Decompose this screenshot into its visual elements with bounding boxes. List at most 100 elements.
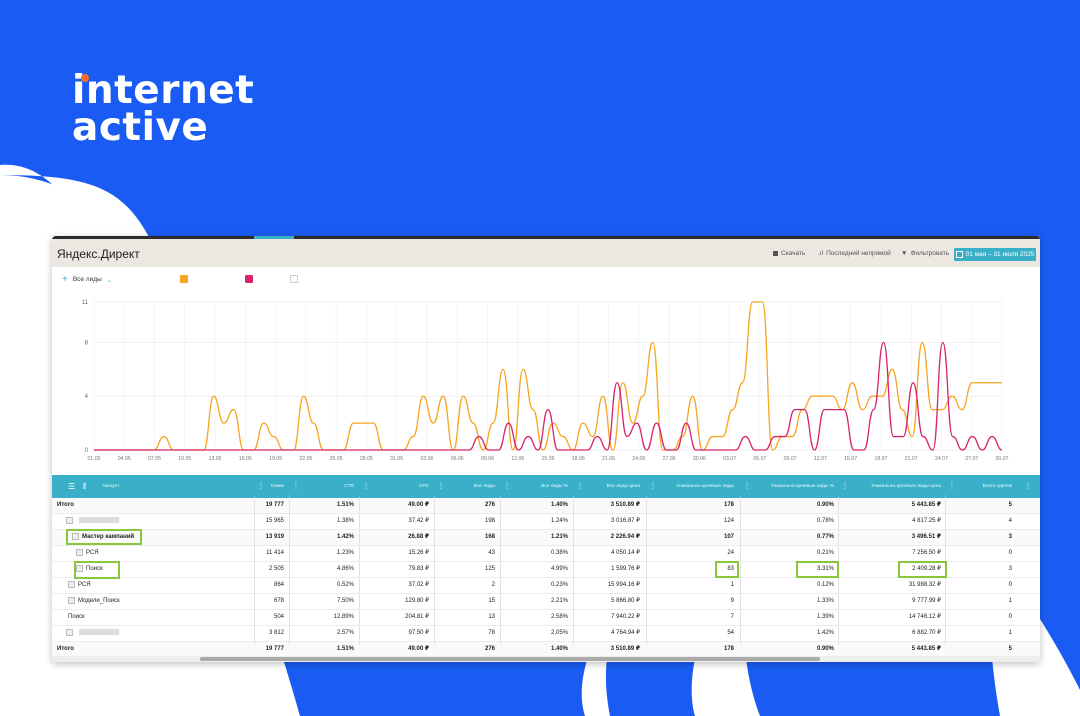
panel-header: Яндекс.Директ Скачать .ıl Последний непр… [52, 239, 1040, 267]
download-label: Скачать [781, 250, 806, 257]
table-cell: 4 050.14 ₽ [611, 550, 640, 556]
horizontal-scrollbar[interactable] [52, 656, 1040, 662]
brand-logo: internet active [72, 71, 254, 150]
row-name: Итого [57, 642, 74, 657]
table-cell: 178 [723, 502, 734, 508]
column-menu-icon[interactable]: ⋮ [362, 482, 370, 490]
table-cell: 5 [1008, 502, 1012, 508]
column-menu-icon[interactable]: ⋮ [437, 482, 445, 490]
column-menu-icon[interactable]: ⋮ [292, 482, 300, 490]
expand-icon[interactable] [76, 548, 83, 556]
col-header[interactable]: Всего сделок [912, 475, 1012, 498]
table-row[interactable]: Поиск 504 12.89% 204.81 ₽13 2.58% 7 940.22 ₽7… [52, 610, 1040, 626]
scrollbar-thumb[interactable] [200, 657, 820, 661]
column-divider [500, 497, 501, 645]
row-label: Модели_Поиск [78, 598, 120, 604]
column-divider [359, 497, 360, 645]
column-menu-icon[interactable]: ⋮ [743, 482, 751, 490]
x-tick-label: 10.05 [178, 456, 191, 462]
table-row[interactable]: Мастер кампаний 13 919 1.42% 26.88 ₽168 1.21… [52, 530, 1040, 546]
table-cell: 3 [1008, 534, 1012, 540]
column-menu-icon[interactable]: ⋮ [841, 482, 849, 490]
redacted-account-name [79, 629, 119, 636]
x-tick-label: 12.07 [814, 456, 827, 462]
filter-label: Фильтровать [910, 250, 950, 257]
expand-icon[interactable] [68, 596, 75, 604]
filter-icon: ▼ [901, 250, 908, 257]
x-tick-label: 16.05 [239, 456, 252, 462]
column-menu-icon[interactable]: ⋮ [503, 482, 511, 490]
attribution-label: Последний непрямой [826, 250, 891, 257]
x-tick-label: 21.07 [905, 456, 918, 462]
highlight-box [796, 561, 839, 578]
page-title: Яндекс.Директ [57, 247, 140, 261]
column-menu-icon[interactable]: ⋮ [948, 482, 956, 490]
column-divider [254, 497, 255, 645]
x-tick-label: 22.05 [299, 456, 312, 462]
table-cell: 24 [727, 550, 734, 556]
col-header[interactable]: Все лиды цена [540, 475, 640, 498]
x-tick-label: 21.06 [602, 456, 615, 462]
table-cell: 4 764.94 ₽ [611, 630, 640, 636]
x-tick-label: 15.07 [844, 456, 857, 462]
collapse-icon[interactable]: ☰ [68, 482, 75, 491]
download-icon [773, 251, 778, 256]
table-cell: 124 [723, 518, 734, 524]
filter-button[interactable]: ▼ Фильтровать [901, 250, 949, 257]
row-name: РСЯ [76, 546, 99, 561]
row-name [66, 514, 119, 529]
x-tick-label: 01.05 [88, 456, 101, 462]
table-cell: 178 [723, 646, 734, 652]
x-tick-label: 24.06 [632, 456, 645, 462]
table-cell: 0 [1008, 582, 1012, 588]
column-divider [289, 497, 290, 645]
table-cell: 1 [1008, 598, 1012, 604]
column-menu-icon[interactable]: ⋮ [576, 482, 584, 490]
table-row[interactable]: Модели_Поиск 678 7.50% 129.80 ₽15 2.21% 5 866… [52, 594, 1040, 610]
download-button[interactable]: Скачать [773, 250, 805, 257]
table-header: ☰ ⦀ Аккаунт Клики ⋮ CTR ⋮ CPC ⋮ Все лиды ⋮ Все ли… [52, 475, 1040, 498]
table-row[interactable]: Поиск 2 505 4.86% 79.83 ₽125 4.99% 1 599.76 ₽… [52, 562, 1040, 578]
column-menu-icon[interactable]: ⋮ [649, 482, 657, 490]
x-tick-label: 07.05 [148, 456, 161, 462]
table-row[interactable]: РСЯ 11 414 1.23% 15.26 ₽43 0.38% 4 050.14 ₽24… [52, 546, 1040, 562]
expand-icon[interactable] [66, 516, 73, 524]
chart-area: + Все лиды ⌄ 0 4 8 11 01.05 04.05 07.05 10.05 13… [52, 267, 1040, 469]
x-tick-label: 27.06 [663, 456, 676, 462]
row-name: Модели_Поиск [68, 594, 120, 609]
expand-icon[interactable] [68, 580, 75, 588]
table-row[interactable]: 15 965 1.38% 37.42 ₽198 1.24% 3 016.87 ₽124 0… [52, 514, 1040, 530]
table-cell: 3 510.89 ₽ [610, 646, 640, 652]
table-row[interactable]: 3 812 2.57% 97.50 ₽78 2.05% 4 764.94 ₽54 1.42… [52, 626, 1040, 642]
table-cell: 1 599.76 ₽ [611, 566, 640, 572]
col-header-account[interactable]: Аккаунт [102, 475, 119, 498]
table-cell: 107 [723, 534, 734, 540]
x-tick-label: 18.07 [874, 456, 887, 462]
columns-icon[interactable]: ⦀ [83, 482, 87, 492]
table-cell: 2 226.94 ₽ [610, 534, 640, 540]
x-tick-label: 27.07 [965, 456, 978, 462]
table-row[interactable]: РСЯ 864 0.52% 37.02 ₽2 0.23% 15 994.16 ₽1 0.12… [52, 578, 1040, 594]
table-cell: 0.90% [816, 502, 834, 508]
brand-line-2: active [72, 105, 209, 150]
x-tick-label: 19.05 [269, 456, 282, 462]
date-range-button[interactable]: 01 мая – 31 июля 2025 [954, 248, 1036, 261]
row-name: Итого [57, 498, 74, 513]
expand-icon[interactable] [66, 628, 73, 636]
y-tick-label: 8 [85, 340, 89, 346]
table-row[interactable]: Итого 19 777 1.51% 49.00 ₽276 1.40% 3 510.89 … [52, 498, 1040, 514]
column-divider [740, 497, 741, 645]
table-cell: 54 [727, 630, 734, 636]
table-cell: 3 510.89 ₽ [610, 502, 640, 508]
x-tick-label: 13.05 [209, 456, 222, 462]
table-cell: 0.12% [816, 582, 834, 588]
x-tick-label: 25.05 [330, 456, 343, 462]
x-tick-label: 09.07 [784, 456, 797, 462]
brand-dot-icon [81, 74, 89, 82]
column-menu-icon[interactable]: ⋮ [1024, 482, 1032, 490]
x-tick-label: 06.07 [753, 456, 766, 462]
date-range-label: 01 мая – 31 июля 2025 [965, 251, 1035, 258]
attribution-button[interactable]: .ıl Последний непрямой [818, 250, 891, 257]
table-cell: 0.21% [816, 550, 834, 556]
table-cell: 5 866.80 ₽ [611, 598, 640, 604]
